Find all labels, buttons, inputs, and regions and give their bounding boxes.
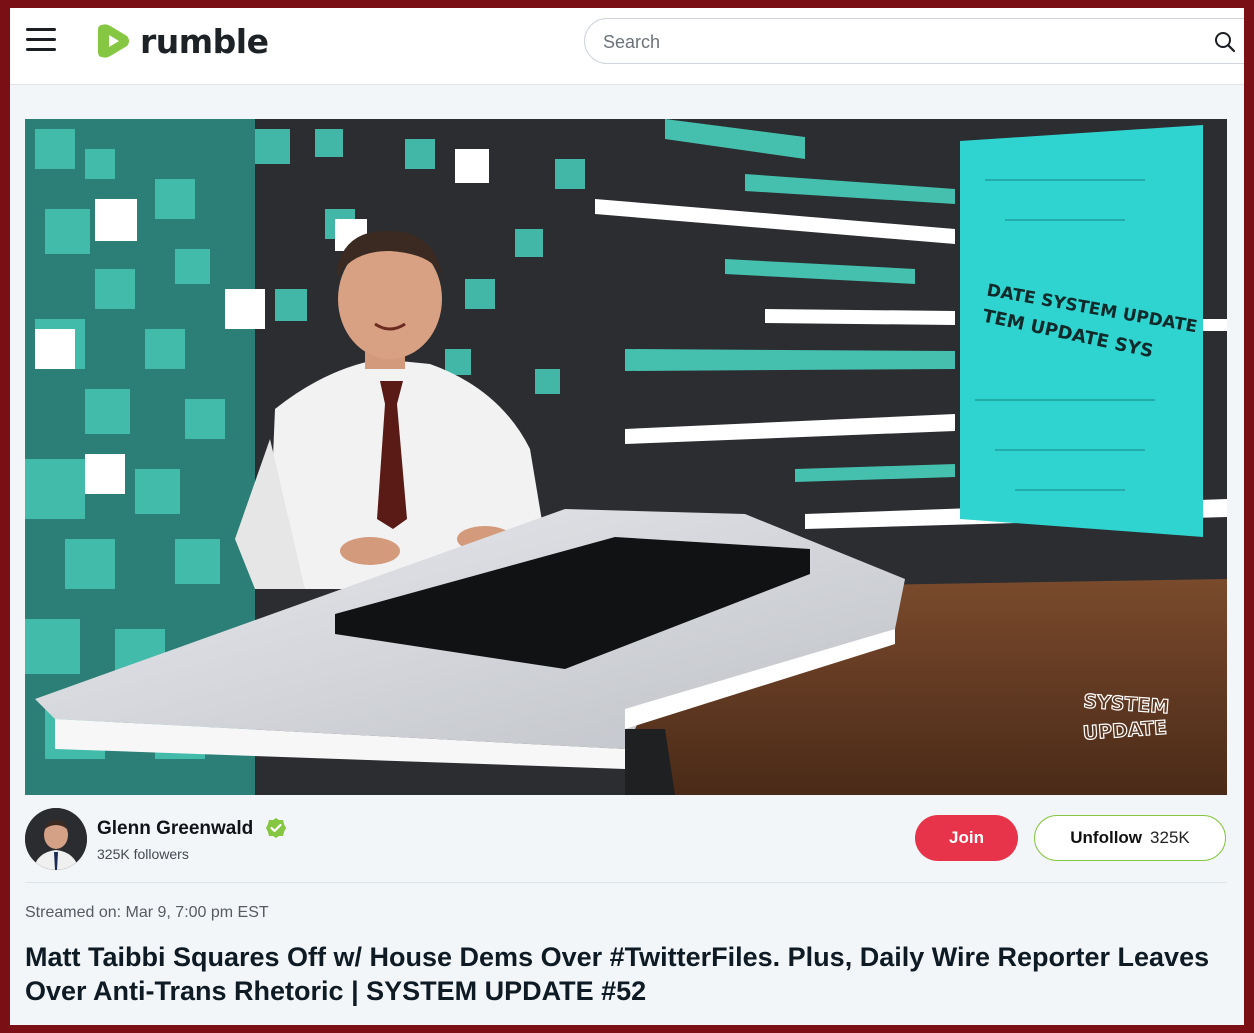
channel-row: Glenn Greenwald 325K followers Join Unfo… <box>25 808 1227 874</box>
page: rumble Search DATE SYSTEM UPDATE TEM UPD… <box>10 8 1244 1025</box>
channel-name[interactable]: Glenn Greenwald <box>97 818 253 840</box>
unfollow-button[interactable]: Unfollow 325K <box>1034 815 1226 861</box>
divider <box>25 882 1227 883</box>
video-player[interactable]: DATE SYSTEM UPDATE TEM UPDATE SYS SYSTEM… <box>25 119 1227 795</box>
search-bar <box>584 18 1244 64</box>
follower-count: 325K followers <box>97 846 189 862</box>
logo-text: rumble <box>140 21 269 61</box>
video-title: Matt Taibbi Squares Off w/ House Dems Ov… <box>25 942 1210 1006</box>
search-icon[interactable] <box>1213 30 1237 54</box>
top-header: rumble <box>10 8 1244 85</box>
verified-icon <box>266 818 286 838</box>
streamed-date: Streamed on: Mar 9, 7:00 pm EST <box>25 904 269 921</box>
menu-icon[interactable] <box>26 28 56 52</box>
join-button[interactable]: Join <box>915 815 1018 861</box>
rumble-logo[interactable]: rumble <box>96 20 269 62</box>
search-input[interactable] <box>603 30 1183 54</box>
rumble-play-icon <box>98 24 129 58</box>
avatar[interactable] <box>25 808 87 870</box>
unfollow-count: 325K <box>1150 828 1190 847</box>
unfollow-label: Unfollow <box>1070 828 1143 847</box>
